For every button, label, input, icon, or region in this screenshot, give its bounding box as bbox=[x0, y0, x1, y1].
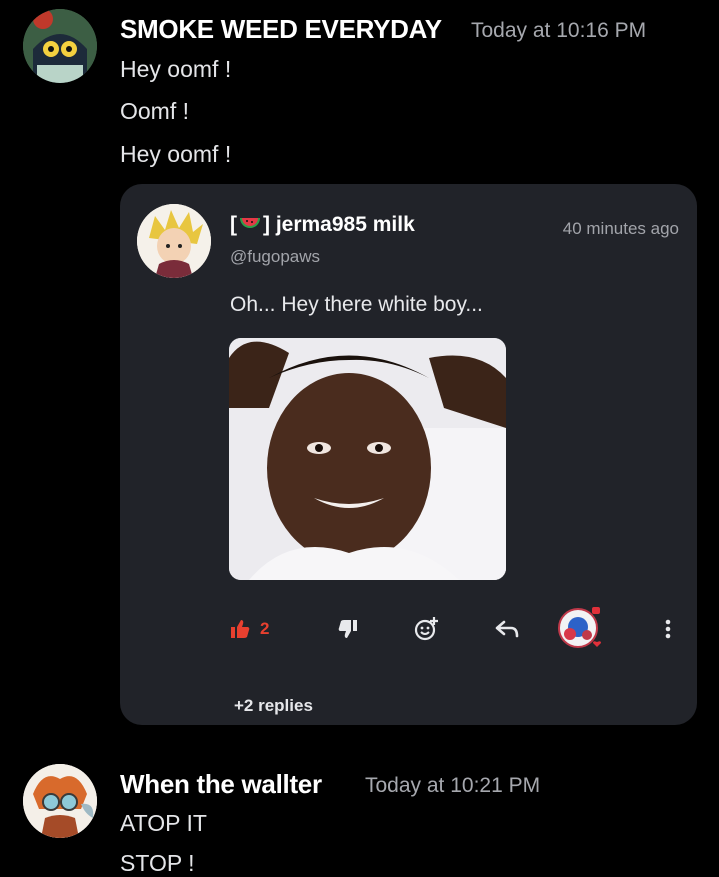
message-timestamp: Today at 10:16 PM bbox=[471, 19, 647, 42]
message-text: Hey oomf ! bbox=[120, 141, 232, 167]
bracket-left: [ bbox=[230, 213, 237, 236]
embed-image[interactable] bbox=[229, 338, 506, 580]
embed-author-handle[interactable]: @fugopaws bbox=[230, 247, 320, 267]
like-count: 2 bbox=[260, 619, 270, 638]
embed-text: Oh... Hey there white boy... bbox=[230, 293, 483, 316]
author-name[interactable]: SMOKE WEED EVERYDAY bbox=[120, 14, 442, 45]
embed-author-label: ] jerma985 milk bbox=[263, 213, 415, 236]
embed-timestamp: 40 minutes ago bbox=[562, 219, 679, 238]
message-text: Hey oomf ! bbox=[120, 56, 232, 82]
embedded-post[interactable]: [ ] jerma985 milk @fugopaws 40 minutes a… bbox=[120, 184, 697, 725]
author-avatar[interactable] bbox=[23, 764, 97, 838]
watermelon-icon bbox=[240, 218, 260, 228]
message-timestamp: Today at 10:21 PM bbox=[365, 774, 541, 797]
message-text: ATOP IT bbox=[120, 810, 207, 836]
thumbs-up-icon bbox=[231, 620, 250, 638]
embed-action-bar: 2 bbox=[120, 607, 697, 649]
media-thumbnail bbox=[229, 338, 506, 580]
avatar-art bbox=[137, 204, 211, 278]
message-text: Oomf ! bbox=[120, 98, 190, 124]
message-text: STOP ! bbox=[120, 850, 195, 876]
more-options-button[interactable] bbox=[660, 609, 676, 649]
add-reaction-icon bbox=[414, 617, 438, 641]
avatar-art bbox=[23, 9, 97, 83]
more-options-icon bbox=[665, 619, 671, 639]
reactor-avatar[interactable] bbox=[557, 605, 603, 651]
reactor-avatar-icon bbox=[558, 607, 601, 648]
author-avatar[interactable] bbox=[23, 9, 97, 83]
dislike-button[interactable] bbox=[338, 609, 358, 649]
thumbs-down-icon bbox=[338, 620, 357, 638]
embed-author-name[interactable]: [ ] jerma985 milk bbox=[230, 213, 415, 237]
like-button[interactable]: 2 bbox=[230, 609, 269, 649]
replies-link[interactable]: +2 replies bbox=[234, 696, 313, 716]
avatar-art bbox=[23, 764, 97, 838]
author-name[interactable]: When the wallter bbox=[120, 769, 322, 800]
reply-icon bbox=[495, 620, 519, 638]
reply-button[interactable] bbox=[495, 609, 519, 649]
embed-author-avatar[interactable] bbox=[137, 204, 211, 278]
add-reaction-button[interactable] bbox=[413, 609, 439, 649]
